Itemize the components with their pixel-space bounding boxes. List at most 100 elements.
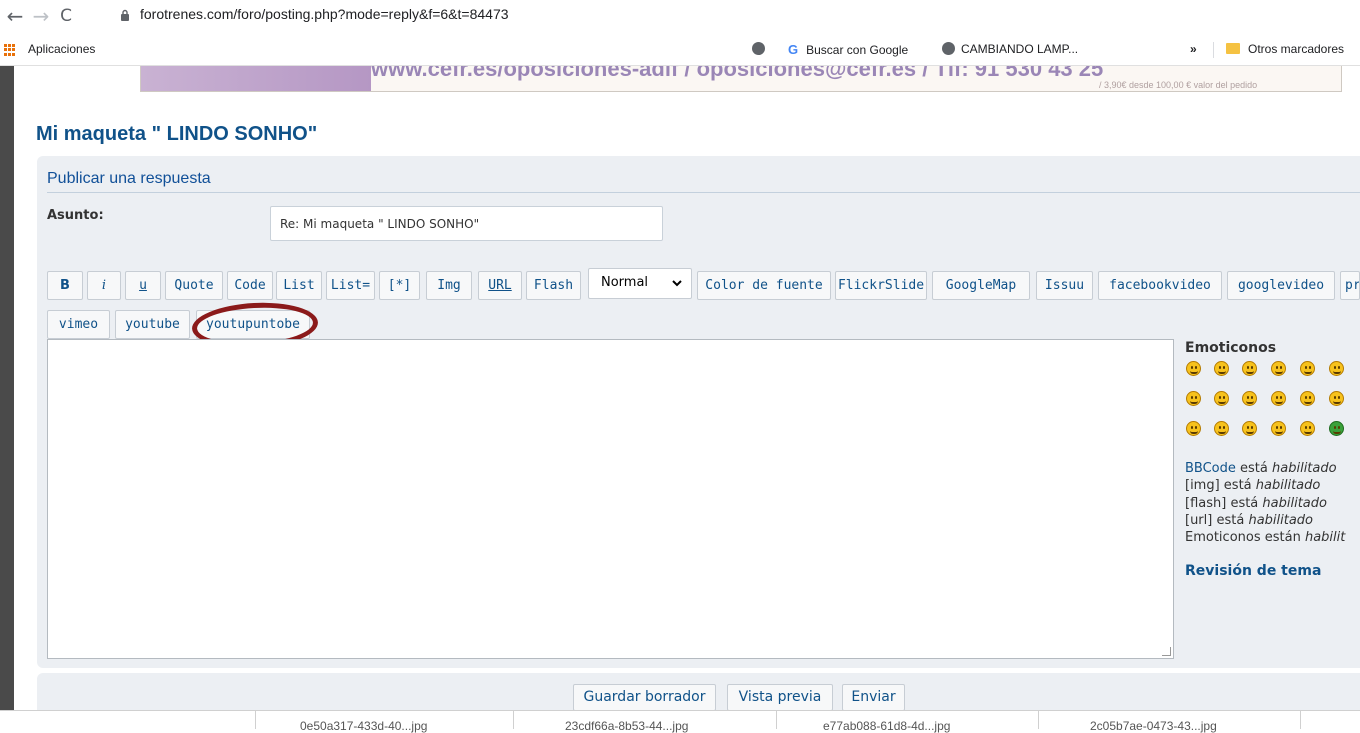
download-separator xyxy=(1038,711,1039,729)
forward-icon[interactable]: → xyxy=(30,4,52,28)
bbcode-state: habilitado xyxy=(1272,461,1337,476)
bookmarks-separator xyxy=(1213,42,1214,58)
globe-icon xyxy=(752,42,765,55)
resize-handle-icon[interactable] xyxy=(1162,647,1171,656)
url-status-text: [url] está xyxy=(1185,513,1245,528)
img-state: habilitado xyxy=(1255,478,1321,493)
submit-button[interactable]: Enviar xyxy=(842,684,905,711)
google-icon: G xyxy=(788,42,799,57)
bookmark-cambiando-label: CAMBIANDO LAMP... xyxy=(961,42,1079,56)
url-status: [url] está habilitado xyxy=(1185,513,1313,528)
message-textarea[interactable] xyxy=(47,339,1174,659)
download-separator xyxy=(255,711,256,729)
font-size-value: Normal xyxy=(601,275,649,290)
googlevideo-button[interactable]: googlevideo xyxy=(1227,271,1335,300)
list-button[interactable]: List xyxy=(276,271,322,300)
bookmark-icon[interactable] xyxy=(752,42,771,56)
panel-divider xyxy=(47,192,1360,193)
flickrslide-button[interactable]: FlickrSlide xyxy=(835,271,927,300)
smiley-icon[interactable] xyxy=(1300,421,1315,436)
bookmark-other[interactable]: Otros marcadores xyxy=(1226,42,1344,56)
lock-icon xyxy=(121,9,129,21)
smiley-icon[interactable] xyxy=(1329,421,1344,436)
img-status: [img] está habilitado xyxy=(1185,478,1320,493)
apps-icon[interactable] xyxy=(4,44,16,56)
download-item[interactable]: 23cdf66a-8b53-44...jpg xyxy=(565,719,688,733)
font-color-button[interactable]: Color de fuente xyxy=(697,271,831,300)
code-button[interactable]: Code xyxy=(227,271,273,300)
img-status-text: [img] está xyxy=(1185,478,1252,493)
ad-banner[interactable]: www.cefr.es/oposiciones-adif / oposicion… xyxy=(140,66,1342,92)
download-separator xyxy=(513,711,514,729)
list-ordered-button[interactable]: List= xyxy=(326,271,375,300)
globe-icon xyxy=(942,42,955,55)
browser-toolbar: ← → C forotrenes.com/foro/posting.php?mo… xyxy=(0,0,1360,34)
italic-button[interactable]: i xyxy=(87,271,121,300)
download-item[interactable]: 0e50a317-433d-40...jpg xyxy=(300,719,427,733)
smiley-icon[interactable] xyxy=(1300,391,1315,406)
smiley-icon[interactable] xyxy=(1329,361,1344,376)
preview-button[interactable]: Vista previa xyxy=(727,684,833,711)
bookmark-google-search-label: Buscar con Google xyxy=(806,43,909,57)
facebookvideo-button[interactable]: facebookvideo xyxy=(1098,271,1222,300)
smiley-icon[interactable] xyxy=(1186,421,1201,436)
bookmark-apps[interactable]: Aplicaciones xyxy=(28,42,95,56)
list-item-button[interactable]: [*] xyxy=(379,271,420,300)
pr-button[interactable]: pr xyxy=(1340,271,1360,300)
reload-icon[interactable]: C xyxy=(55,4,77,28)
googlemap-button[interactable]: GoogleMap xyxy=(932,271,1030,300)
smiley-icon[interactable] xyxy=(1214,391,1229,406)
page-left-strip xyxy=(0,66,14,710)
flash-status: [flash] está habilitado xyxy=(1185,496,1327,511)
issuu-button[interactable]: Issuu xyxy=(1036,271,1093,300)
bold-button[interactable]: B xyxy=(47,271,83,300)
url-state: habilitado xyxy=(1248,513,1314,528)
smiley-icon[interactable] xyxy=(1271,421,1286,436)
bbcode-status: BBCode está habilitado xyxy=(1185,461,1337,476)
smiley-icon[interactable] xyxy=(1186,391,1201,406)
flash-button[interactable]: Flash xyxy=(526,271,581,300)
topic-review-link[interactable]: Revisión de tema xyxy=(1185,563,1321,579)
quote-button[interactable]: Quote xyxy=(165,271,223,300)
smiley-icon[interactable] xyxy=(1214,361,1229,376)
banner-graphic xyxy=(141,66,371,91)
address-bar[interactable]: forotrenes.com/foro/posting.php?mode=rep… xyxy=(140,6,509,22)
smiley-icon[interactable] xyxy=(1329,391,1344,406)
font-size-select[interactable]: Normal xyxy=(588,268,692,299)
page-title[interactable]: Mi maqueta " LINDO SONHO" xyxy=(36,123,317,146)
smiley-icon[interactable] xyxy=(1242,391,1257,406)
panel-heading: Publicar una respuesta xyxy=(47,170,211,187)
smiley-icon[interactable] xyxy=(1242,361,1257,376)
youtube-button[interactable]: youtube xyxy=(115,310,190,339)
flash-state: habilitado xyxy=(1262,496,1327,511)
bookmark-google-search[interactable]: G Buscar con Google xyxy=(788,42,908,57)
chevron-down-icon xyxy=(671,269,683,298)
folder-icon xyxy=(1226,43,1240,54)
subject-label: Asunto: xyxy=(47,208,104,223)
bbcode-link[interactable]: BBCode xyxy=(1185,461,1236,476)
download-item[interactable]: 2c05b7ae-0473-43...jpg xyxy=(1090,719,1217,733)
url-button[interactable]: URL xyxy=(478,271,522,300)
bookmark-cambiando[interactable]: CAMBIANDO LAMP... xyxy=(942,42,1078,56)
bookmark-other-label: Otros marcadores xyxy=(1248,42,1345,56)
banner-small-text: / 3,90€ desde 100,00 € valor del pedido xyxy=(1099,80,1258,90)
smiley-icon[interactable] xyxy=(1271,361,1286,376)
smilies-state: habilit xyxy=(1304,530,1346,545)
smiley-icon[interactable] xyxy=(1214,421,1229,436)
download-item[interactable]: e77ab088-61d8-4d...jpg xyxy=(823,719,950,733)
back-icon[interactable]: ← xyxy=(4,4,26,28)
download-separator xyxy=(776,711,777,729)
underline-button[interactable]: u xyxy=(125,271,161,300)
flash-status-text: [flash] está xyxy=(1185,496,1259,511)
img-button[interactable]: Img xyxy=(426,271,472,300)
smiley-icon[interactable] xyxy=(1242,421,1257,436)
smiley-icon[interactable] xyxy=(1300,361,1315,376)
bookmarks-bar: Aplicaciones G Buscar con Google CAMBIAND… xyxy=(0,34,1360,66)
save-draft-button[interactable]: Guardar borrador xyxy=(573,684,716,711)
banner-text: www.cefr.es/oposiciones-adif / oposicion… xyxy=(371,66,1104,81)
subject-input[interactable]: Re: Mi maqueta " LINDO SONHO" xyxy=(270,206,663,241)
smiley-icon[interactable] xyxy=(1186,361,1201,376)
smiley-icon[interactable] xyxy=(1271,391,1286,406)
more-bookmarks-button[interactable]: » xyxy=(1190,42,1197,56)
vimeo-button[interactable]: vimeo xyxy=(47,310,110,339)
